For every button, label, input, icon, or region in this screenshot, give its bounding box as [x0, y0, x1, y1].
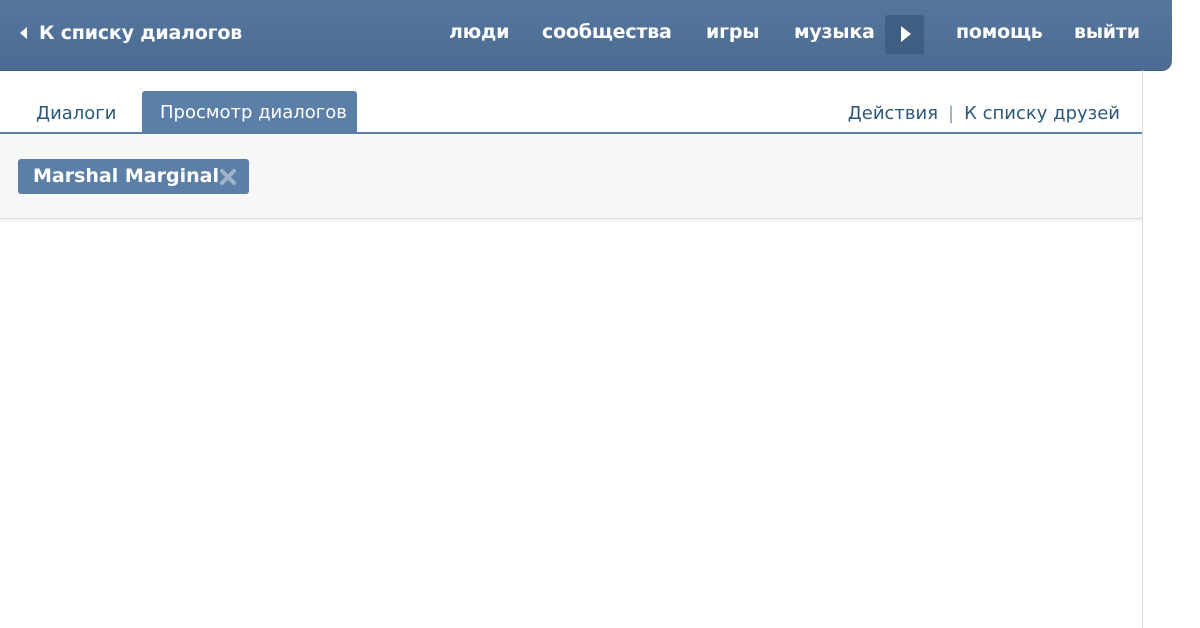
actions-bar: Действия | К списку друзей [848, 103, 1120, 124]
friends-list-link[interactable]: К списку друзей [964, 103, 1120, 124]
close-x-icon[interactable] [218, 167, 238, 187]
tab-view-dialogs[interactable]: Просмотр диалогов [142, 91, 357, 133]
nav-logout[interactable]: выйти [1074, 21, 1140, 45]
filter-panel: Marshal Marginal [0, 134, 1142, 219]
right-column-divider [1142, 70, 1143, 628]
selected-user-name: Marshal Marginal [33, 165, 219, 187]
nav-help[interactable]: помощь [956, 21, 1043, 45]
back-to-dialogs-link[interactable]: К списку диалогов [20, 21, 242, 45]
triangle-left-icon [20, 27, 27, 39]
nav-games[interactable]: игры [706, 21, 759, 45]
nav-communities[interactable]: сообщества [542, 21, 672, 45]
nav-music[interactable]: музыка [794, 21, 875, 45]
back-to-dialogs-label: К списку диалогов [39, 22, 243, 44]
triangle-right-icon [901, 26, 911, 42]
selected-user-token: Marshal Marginal [18, 159, 249, 194]
nav-more-button[interactable] [885, 15, 924, 54]
actions-link[interactable]: Действия [848, 103, 938, 124]
page: К списку диалогов люди сообщества игры м… [0, 0, 1200, 628]
nav-people[interactable]: люди [449, 21, 509, 45]
actions-separator: | [948, 103, 955, 124]
tab-dialogs[interactable]: Диалоги [36, 103, 116, 124]
